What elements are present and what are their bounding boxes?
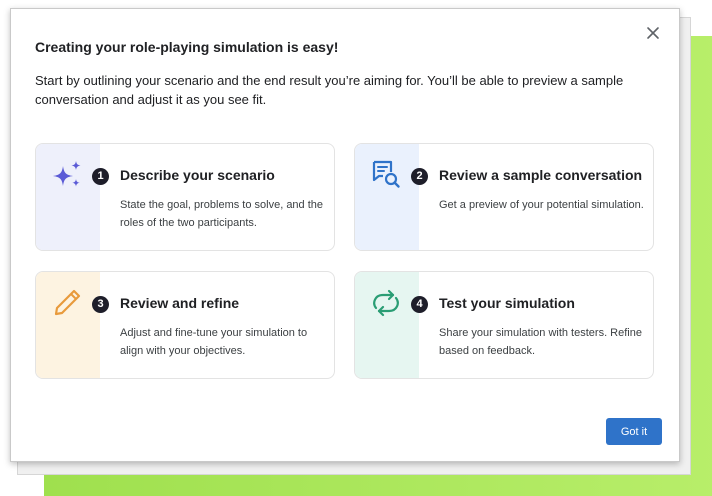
step-card-review-sample: 2 Review a sample conversation Get a pre… [354, 143, 654, 251]
step-description: Share your simulation with testers. Refi… [439, 327, 642, 357]
step-description: Adjust and fine-tune your simulation to … [120, 327, 308, 357]
step-description: State the goal, problems to solve, and t… [120, 199, 324, 229]
sparkles-icon [53, 161, 81, 187]
step-title: Describe your scenario [120, 167, 275, 183]
step-number: 1 [92, 168, 109, 185]
step-title: Test your simulation [439, 295, 575, 311]
close-icon[interactable] [643, 23, 663, 43]
step-description: Get a preview of your potential simulati… [439, 199, 644, 211]
step-card-test-simulation: 4 Test your simulation Share your simula… [354, 271, 654, 379]
onboarding-dialog: Creating your role-playing simulation is… [10, 8, 680, 462]
pencil-icon [54, 289, 81, 316]
dialog-title: Creating your role-playing simulation is… [35, 39, 339, 55]
step-number: 3 [92, 296, 109, 313]
got-it-button[interactable]: Got it [606, 418, 662, 445]
document-search-icon [372, 160, 400, 188]
dialog-description: Start by outlining your scenario and the… [35, 73, 624, 107]
step-title: Review a sample conversation [439, 167, 643, 183]
step-number: 2 [411, 168, 428, 185]
refresh-cycle-icon [373, 289, 399, 317]
step-number: 4 [411, 296, 428, 313]
step-card-review-refine: 3 Review and refine Adjust and fine-tune… [35, 271, 335, 379]
step-title: Review and refine [120, 295, 240, 311]
step-card-describe-scenario: 1 Describe your scenario State the goal,… [35, 143, 335, 251]
